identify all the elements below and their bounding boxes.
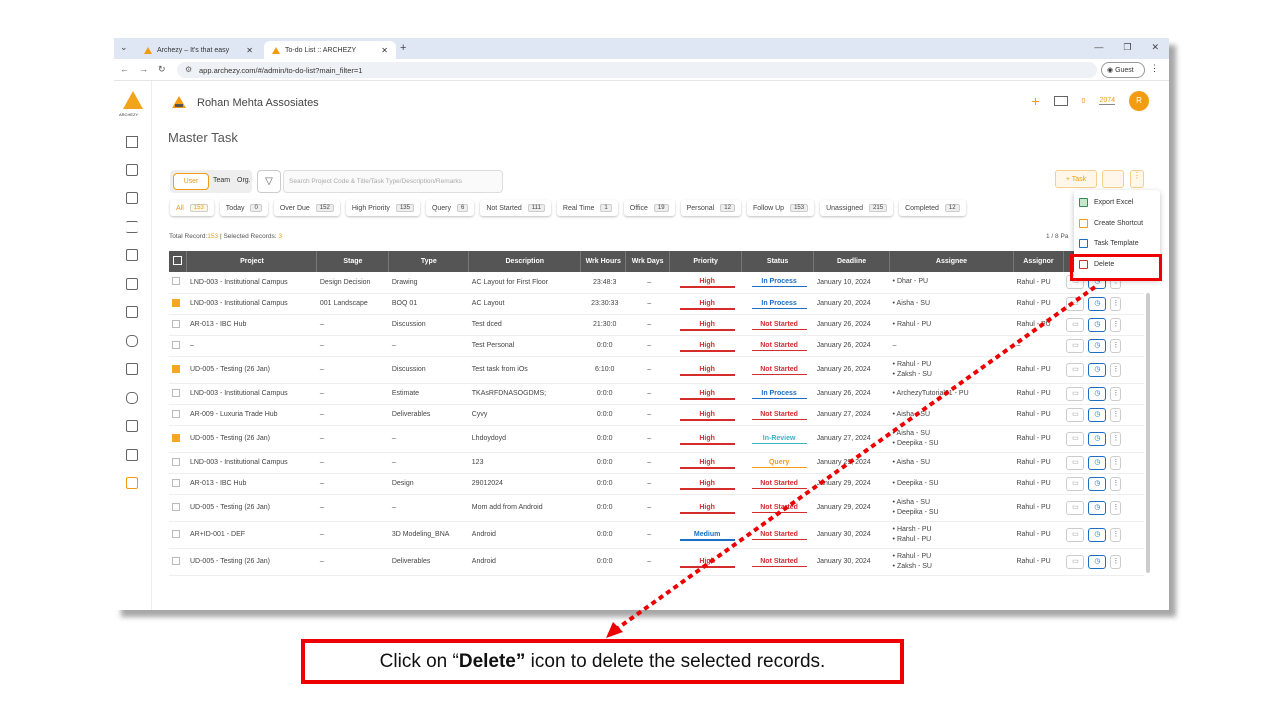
callout-bold: Delete” <box>458 651 526 672</box>
instruction-callout: Click on “Delete” icon to delete the sel… <box>301 639 904 684</box>
arrow-head <box>606 622 623 638</box>
callout-suffix: icon to delete the selected records. <box>525 651 826 672</box>
pointer-arrow <box>606 285 1097 638</box>
dotted-line <box>616 285 1097 630</box>
callout-prefix: Click on “ <box>379 651 459 672</box>
